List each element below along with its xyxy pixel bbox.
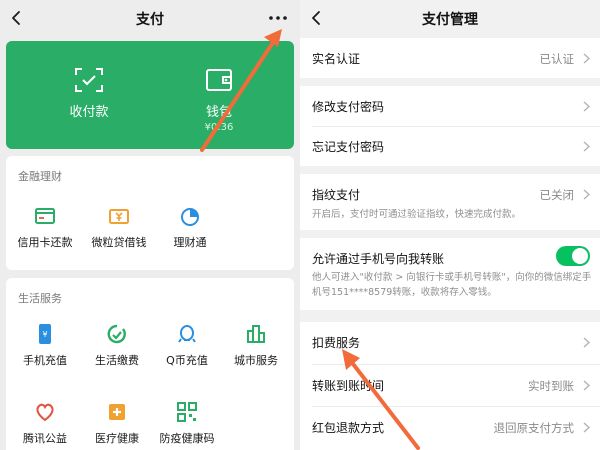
wallet-label: 钱包: [205, 105, 232, 120]
more-icon[interactable]: [268, 10, 288, 26]
phone-transfer-note: 他人可进入"收付款 > 向银行卡或手机号转账"，向你的微信绑定手机号151***…: [312, 272, 592, 298]
chevron-right-icon: [583, 53, 590, 64]
row-label: 修改支付密码: [312, 100, 385, 114]
city-icon: [247, 325, 265, 343]
grid-label: Q币充值: [166, 354, 208, 367]
arrival-time-row[interactable]: 转账到账时间 实时到账: [300, 365, 600, 405]
qr-code-icon: [177, 402, 197, 422]
settings-group: 实名认证 已认证: [300, 38, 600, 78]
chevron-right-icon: [583, 101, 590, 112]
real-name-row[interactable]: 实名认证 已认证: [300, 38, 600, 78]
credit-card-icon: [35, 208, 55, 224]
payment-management-screen: 支付管理 实名认证 已认证 修改支付密码 忘记支付密码 指纹支付 已关闭 开启后…: [300, 0, 600, 450]
payment-card: 收付款 钱包 ¥0.36: [6, 41, 294, 149]
row-value: 已关闭: [539, 188, 575, 202]
medical-icon: [109, 404, 125, 420]
city-services-button[interactable]: 城市服务: [220, 322, 292, 368]
row-label: 红包退款方式: [312, 421, 385, 435]
receive-pay-button[interactable]: 收付款: [34, 67, 144, 120]
wealth-icon: [181, 208, 199, 226]
row-label: 允许通过手机号向我转账: [312, 252, 445, 266]
row-label: 指纹支付: [312, 188, 361, 202]
phone-icon: ¥: [39, 324, 51, 344]
grid-label: 理财通: [173, 236, 207, 249]
chevron-right-icon: [583, 337, 590, 348]
page-title: 支付: [136, 12, 164, 28]
red-packet-refund-row[interactable]: 红包退款方式 退回原支付方式: [300, 407, 600, 447]
q-coin-recharge-button[interactable]: Q币充值: [151, 322, 223, 368]
settings-group: 指纹支付 已关闭 开启后，支付时可通过验证指纹，快速完成付款。: [300, 174, 600, 230]
grid-label: 微粒贷借钱: [91, 236, 147, 249]
forgot-password-row[interactable]: 忘记支付密码: [300, 126, 600, 166]
nav-bar: 支付: [0, 0, 300, 36]
row-value: 退回原支付方式: [493, 421, 575, 435]
loan-button[interactable]: 微粒贷借钱: [83, 204, 155, 250]
row-label: 转账到账时间: [312, 379, 385, 393]
fingerprint-note: 开启后，支付时可通过验证指纹，快速完成付款。: [312, 209, 522, 220]
qq-icon: [178, 325, 196, 343]
life-services-section: 生活服务 ¥ 手机充值 生活缴费 Q币充值 城市服务 腾讯公益 医疗健康 防疫健…: [6, 278, 294, 450]
loan-icon: [109, 209, 129, 224]
credit-card-repay-button[interactable]: 信用卡还款: [9, 204, 81, 250]
mobile-recharge-button[interactable]: ¥ 手机充值: [9, 322, 81, 368]
wealth-button[interactable]: 理财通: [154, 204, 226, 250]
settings-group: 允许通过手机号向我转账 他人可进入"收付款 > 向银行卡或手机号转账"，向你的微…: [300, 238, 600, 310]
grid-label: 腾讯公益: [23, 432, 67, 445]
wallet-balance: ¥0.36: [204, 122, 234, 133]
payment-screen: 支付 收付款 钱包 ¥0.36 金融理财 信用卡还款 微粒贷借钱 理财通 生活服…: [0, 0, 300, 450]
medical-health-button[interactable]: 医疗健康: [81, 400, 153, 446]
chevron-right-icon: [583, 380, 590, 391]
grid-label: 防疫健康码: [159, 432, 215, 445]
scan-icon: [75, 68, 103, 92]
nav-bar: 支付管理: [300, 0, 600, 36]
chevron-right-icon: [583, 189, 590, 200]
grid-label: 手机充值: [23, 354, 67, 367]
chevron-right-icon: [583, 141, 590, 152]
change-password-row[interactable]: 修改支付密码: [300, 86, 600, 126]
settings-group: 扣费服务 转账到账时间 实时到账 红包退款方式 退回原支付方式: [300, 322, 600, 450]
deduction-service-row[interactable]: 扣费服务: [300, 322, 600, 362]
phone-transfer-row: 允许通过手机号向我转账: [300, 238, 600, 274]
toggle-knob: [572, 248, 588, 264]
utility-bill-button[interactable]: 生活缴费: [81, 322, 153, 368]
row-value: 实时到账: [528, 379, 574, 393]
grid-label: 城市服务: [234, 354, 278, 367]
grid-label: 生活缴费: [95, 354, 139, 367]
wallet-button[interactable]: 钱包 ¥0.36: [164, 67, 274, 133]
fingerprint-row[interactable]: 指纹支付 已关闭: [300, 174, 600, 206]
row-label: 实名认证: [312, 52, 361, 66]
receive-pay-label: 收付款: [69, 105, 109, 120]
phone-transfer-toggle[interactable]: [556, 246, 590, 266]
finance-section: 金融理财 信用卡还款 微粒贷借钱 理财通: [6, 156, 294, 270]
charity-icon: [36, 403, 54, 422]
charity-button[interactable]: 腾讯公益: [9, 400, 81, 446]
row-label: 扣费服务: [312, 336, 361, 350]
grid-label: 信用卡还款: [17, 236, 73, 249]
row-label: 忘记支付密码: [312, 140, 385, 154]
settings-group: 修改支付密码 忘记支付密码: [300, 86, 600, 166]
section-title: 金融理财: [18, 170, 62, 183]
svg-text:¥: ¥: [42, 330, 47, 339]
page-title: 支付管理: [422, 12, 478, 28]
chevron-right-icon: [583, 422, 590, 433]
wallet-icon: [206, 69, 232, 91]
section-title: 生活服务: [18, 292, 62, 305]
row-value: 已认证: [539, 52, 575, 66]
utility-icon: [107, 324, 126, 344]
health-code-button[interactable]: 防疫健康码: [151, 400, 223, 446]
grid-label: 医疗健康: [95, 432, 139, 445]
